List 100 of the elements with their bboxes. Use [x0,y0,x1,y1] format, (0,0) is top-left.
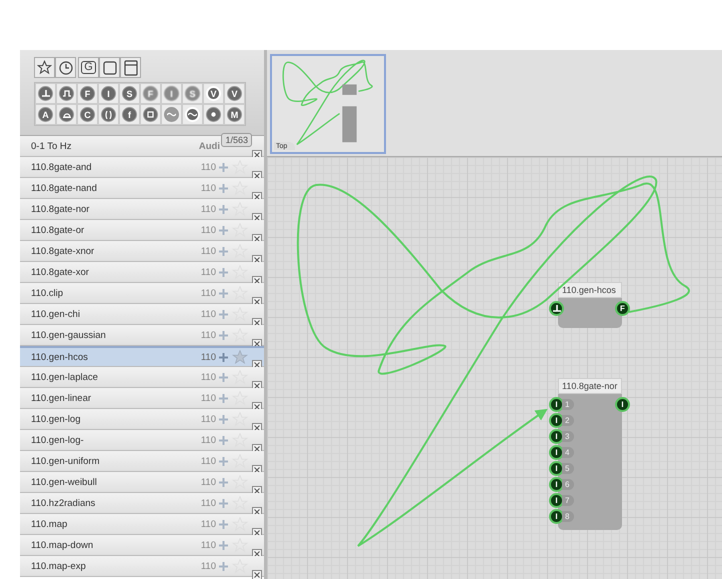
plus-icon[interactable] [219,520,228,528]
module-list-item[interactable]: 110.clip 110 [20,283,264,304]
version-label: 110 [200,392,216,404]
module-name: 110.map-down [31,540,94,550]
plus-icon[interactable] [219,394,228,402]
plus-icon[interactable] [219,352,228,362]
type-filter-button[interactable]: M [224,104,245,125]
plus-icon[interactable] [219,288,228,298]
module-list-item[interactable]: 110.gen-hcos 110 [20,346,264,367]
module-list-item[interactable]: 110.8gate-or 110 [20,220,264,241]
module-list-item[interactable]: 110.hz2radians 110 [20,493,264,514]
module-list-item[interactable]: 110.gen-gaussian 110 [20,325,264,346]
module-list-item[interactable]: 110.8gate-xor 110 [20,262,264,283]
version-label: 110 [200,330,216,340]
star-icon[interactable] [232,350,248,364]
type-filter-button[interactable] [182,104,203,125]
plus-icon[interactable] [219,456,228,466]
module-name: 110.map [31,518,68,530]
module-list-item[interactable]: 110.map-down 110 [20,535,264,556]
type-filter-button[interactable]: F [77,83,98,104]
type-filter-button[interactable] [35,83,56,104]
module-name: 110.gen-log [31,414,82,424]
version-label: 110 [200,224,216,236]
type-filter-button[interactable] [203,104,224,125]
plus-icon[interactable] [219,478,228,486]
plus-icon[interactable] [219,562,228,570]
type-filter-button[interactable] [161,104,182,125]
version-label: 110 [200,414,216,424]
module-name: 110.8gate-nor [31,204,90,214]
module-list-item[interactable]: 110.gen-linear 110 [20,388,264,409]
plus-icon[interactable] [219,414,228,424]
favorites-button[interactable] [34,57,55,78]
plus-icon[interactable] [219,268,228,276]
group-button[interactable]: G [78,57,99,78]
plus-icon[interactable] [219,310,228,318]
version-label: 110 [200,540,216,550]
type-filter-button[interactable]: V [224,83,245,104]
plus-icon[interactable] [219,162,228,172]
box-icon [147,111,154,118]
square-icon [102,60,116,74]
module-list-item[interactable]: 110.8gate-nor 110 [20,199,264,220]
type-filter-button[interactable] [98,104,119,125]
window-icon [124,60,138,76]
version-label: 110 [200,498,216,508]
plus-icon[interactable] [219,184,228,192]
clock-icon [58,60,72,74]
type-filter-button[interactable]: f [119,104,140,125]
module-list-item[interactable]: 110.map 110 [20,514,264,535]
plus-icon[interactable] [219,226,228,234]
type-filter-button[interactable] [56,104,77,125]
module-name: 110.8gate-xor [31,266,90,278]
module-name: 110.gen-gaussian [31,330,107,340]
version-label: 110 [200,434,216,446]
module-name: 110.gen-weibull [31,476,98,488]
ground-icon [42,90,50,97]
module-list-item[interactable]: 110.gen-laplace 110 [20,367,264,388]
type-filter-button[interactable]: C [77,104,98,125]
module-list-item[interactable]: 110.gen-weibull 110 [20,472,264,493]
module-name: 110.8gate-or [31,224,86,236]
pulse-icon [62,90,70,97]
type-filter-button[interactable] [140,104,161,125]
recent-button[interactable] [55,57,76,78]
type-filter-button[interactable]: S [119,83,140,104]
module-name: 110.gen-chi [31,308,81,320]
version-label: 110 [200,288,216,298]
count-tooltip: 1/563 [221,133,252,147]
version-label: 110 [200,560,216,572]
type-filter-button[interactable]: I [98,83,119,104]
module-list-item[interactable]: 110.8gate-xnor 110 [20,241,264,262]
square-button[interactable] [99,57,120,78]
module-list-item[interactable]: 110.gen-log- 110 [20,430,264,451]
plus-icon[interactable] [219,540,228,550]
module-list-item[interactable]: 110.map-exp 110 [20,556,264,577]
module-name: 0-1 To Hz [31,140,72,152]
plus-icon[interactable] [219,436,228,444]
module-list-item[interactable]: 110.gen-chi 110 [20,304,264,325]
wave-icon [167,112,176,117]
plus-icon[interactable] [219,246,228,256]
version-label: 110 [200,266,216,278]
module-list-item[interactable]: 110.8gate-nand 110 [20,178,264,199]
plus-icon[interactable] [219,204,228,214]
type-filter-button[interactable]: V [203,83,224,104]
list-header-row[interactable]: 0-1 To Hz Audi 1/563 [20,136,264,157]
window-button[interactable] [120,57,141,78]
plus-icon[interactable] [219,498,228,508]
module-list-item[interactable]: 110.8gate-and 110 [20,157,264,178]
module-name: 110.gen-uniform [31,456,100,466]
type-filter-button[interactable]: A [35,104,56,125]
module-list-item[interactable]: 110.gen-uniform 110 [20,451,264,472]
plus-icon[interactable] [219,372,228,382]
version-label: 110 [200,352,216,362]
category-label: Audi [198,140,220,152]
plus-icon[interactable] [219,330,228,340]
close-icon[interactable] [252,570,262,579]
star-icon [37,60,52,75]
version-label: 110 [200,456,216,466]
module-name: 110.8gate-xnor [31,246,96,256]
version-label: 110 [200,162,216,172]
type-filter-button[interactable] [56,83,77,104]
module-list-item[interactable]: 110.gen-log 110 [20,409,264,430]
